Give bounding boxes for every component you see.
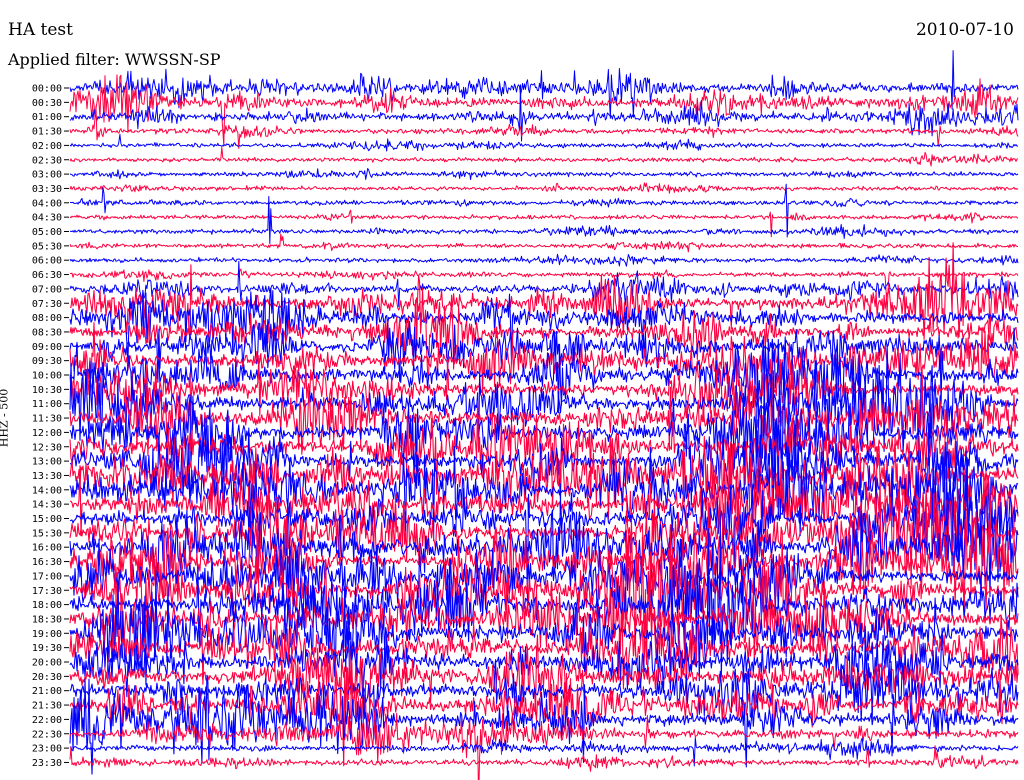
- time-tick-label: 04:30: [32, 213, 62, 224]
- time-tick-label: 16:00: [32, 543, 62, 554]
- time-tick-label: 17:30: [32, 586, 62, 597]
- time-tick-label: 20:00: [32, 658, 62, 669]
- trace-row-0600: [69, 253, 1019, 267]
- time-tick-label: 03:00: [32, 170, 62, 181]
- time-tick-label: 10:30: [32, 385, 62, 396]
- trace-row-0200: [69, 133, 1018, 152]
- time-tick-label: 18:30: [32, 614, 62, 625]
- trace-group: [69, 50, 1019, 780]
- time-tick-group: 00:00 00:30 01:00 01:30 02:00 02:30 03:00 03:30…: [32, 84, 69, 769]
- helicorder-plot: 00:00 00:30 01:00 01:30 02:00 02:30 03:00 03:30…: [32, 50, 1019, 780]
- time-tick-label: 00:00: [32, 84, 62, 95]
- time-tick-label: 11:30: [32, 414, 62, 425]
- time-tick-label: 04:00: [32, 198, 62, 209]
- time-tick-label: 08:30: [32, 327, 62, 338]
- time-tick-label: 10:00: [32, 371, 62, 382]
- time-tick-label: 16:30: [32, 557, 62, 568]
- time-tick-label: 07:30: [32, 299, 62, 310]
- time-tick-label: 01:30: [32, 127, 62, 138]
- trace-row-0000: [69, 50, 1019, 119]
- time-tick-label: 15:00: [32, 514, 62, 525]
- time-tick-label: 13:30: [32, 471, 62, 482]
- time-tick-label: 19:00: [32, 629, 62, 640]
- time-tick-label: 14:30: [32, 500, 62, 511]
- time-tick-label: 01:00: [32, 112, 62, 123]
- time-tick-label: 18:00: [32, 600, 62, 611]
- time-tick-label: 00:30: [32, 98, 62, 109]
- time-tick-label: 09:30: [32, 356, 62, 367]
- time-tick-label: 02:00: [32, 141, 62, 152]
- time-tick-label: 17:00: [32, 571, 62, 582]
- trace-row-0330: [69, 182, 1019, 194]
- trace-row-0130: [69, 105, 1019, 149]
- time-tick-label: 19:30: [32, 643, 62, 654]
- time-tick-label: 20:30: [32, 672, 62, 683]
- time-tick-label: 09:00: [32, 342, 62, 353]
- time-tick-label: 07:00: [32, 284, 62, 295]
- trace-row-0230: [69, 146, 1019, 167]
- time-tick-label: 11:00: [32, 399, 62, 410]
- time-tick-label: 15:30: [32, 528, 62, 539]
- time-tick-label: 14:00: [32, 485, 62, 496]
- time-tick-label: 22:30: [32, 729, 62, 740]
- time-tick-label: 03:30: [32, 184, 62, 195]
- time-tick-label: 05:00: [32, 227, 62, 238]
- time-tick-label: 06:30: [32, 270, 62, 281]
- time-tick-label: 13:00: [32, 457, 62, 468]
- trace-row-0300: [69, 168, 1019, 180]
- time-tick-label: 23:30: [32, 758, 62, 769]
- time-tick-label: 12:00: [32, 428, 62, 439]
- time-tick-label: 08:00: [32, 313, 62, 324]
- trace-row-0530: [69, 233, 1019, 253]
- time-tick-label: 05:30: [32, 241, 62, 252]
- time-tick-label: 23:00: [32, 744, 62, 755]
- time-tick-label: 12:30: [32, 442, 62, 453]
- time-tick-label: 21:30: [32, 701, 62, 712]
- time-tick-label: 02:30: [32, 155, 62, 166]
- time-tick-label: 06:00: [32, 256, 62, 267]
- time-tick-label: 22:00: [32, 715, 62, 726]
- time-tick-label: 21:00: [32, 686, 62, 697]
